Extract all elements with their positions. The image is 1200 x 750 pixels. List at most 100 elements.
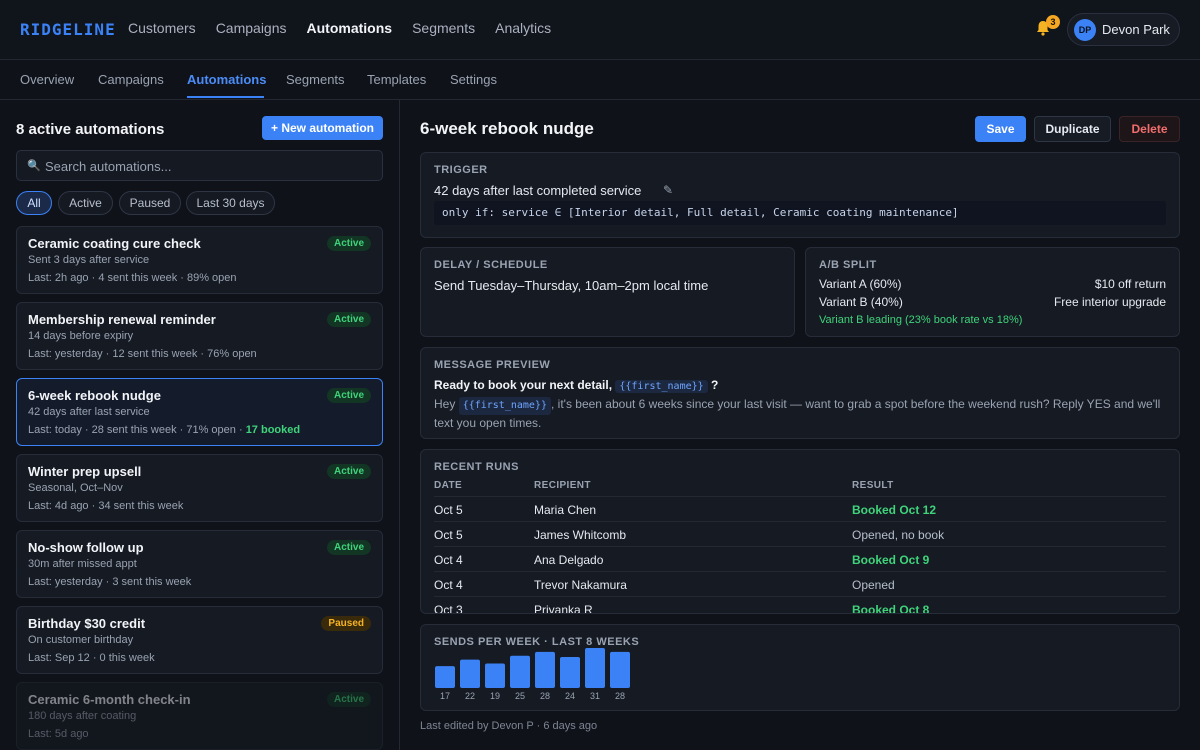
tab-templates[interactable]: Templates	[367, 72, 426, 87]
message-preview-panel: MESSAGE PREVIEW Ready to book your next …	[420, 347, 1180, 439]
nav-campaigns[interactable]: Campaigns	[216, 20, 287, 36]
nav-segments[interactable]: Segments	[412, 20, 475, 36]
status-badge: Active	[326, 312, 371, 327]
status-badge: Paused	[321, 616, 371, 631]
active-tab-indicator	[187, 96, 264, 98]
list-title: 8 active automations	[16, 121, 165, 138]
chart-bar[interactable]	[560, 657, 580, 688]
bar-value-label: 31	[590, 691, 600, 701]
run-recipient: Trevor Nakamura	[534, 578, 627, 592]
bar-value-label: 19	[490, 691, 500, 701]
new-automation-button[interactable]: + New automation	[262, 116, 383, 140]
col-result[interactable]: RESULT	[852, 480, 894, 491]
app-logo[interactable]: RIDGELINE	[20, 20, 116, 39]
automation-card[interactable]: Winter prep upsell Active Seasonal, Oct–…	[16, 454, 383, 522]
chart-bar[interactable]	[435, 666, 455, 688]
automation-card[interactable]: Birthday $30 credit Paused On customer b…	[16, 606, 383, 674]
variant-b-label: Variant B (40%)	[819, 295, 903, 309]
tab-campaigns[interactable]: Campaigns	[98, 72, 164, 87]
variant-a-label: Variant A (60%)	[819, 277, 902, 291]
delay-text: Send Tuesday–Thursday, 10am–2pm local ti…	[434, 278, 709, 293]
booked-count: 17 booked	[245, 424, 301, 436]
chart-bar[interactable]	[610, 651, 630, 688]
ab-leading-note: Variant B leading (23% book rate vs 18%)	[819, 314, 1023, 326]
nav-analytics[interactable]: Analytics	[495, 20, 551, 36]
filter-active[interactable]: Active	[58, 191, 113, 215]
automation-card[interactable]: Ceramic coating cure check Active Sent 3…	[16, 226, 383, 294]
filter-all[interactable]: All	[16, 191, 52, 215]
notification-count-badge: 3	[1046, 15, 1060, 29]
bar-value-label: 24	[565, 691, 575, 701]
card-meta-text: Last: today · 28 sent this week · 71% op…	[28, 424, 246, 436]
run-result: Booked Oct 12	[852, 503, 937, 517]
filter-paused[interactable]: Paused	[119, 191, 181, 215]
run-result: Opened	[852, 578, 895, 592]
tab-settings[interactable]: Settings	[450, 72, 497, 87]
variant-b-offer: Free interior upgrade	[1053, 295, 1166, 309]
ab-split-label: A/B SPLIT	[819, 259, 877, 271]
bar-value-label: 28	[615, 691, 625, 701]
search-input[interactable]	[45, 157, 365, 175]
message-body: Hey {{first_name}}, it's been about 6 we…	[434, 396, 1164, 431]
nav-customers[interactable]: Customers	[128, 20, 196, 36]
delete-button[interactable]: Delete	[1119, 116, 1180, 142]
filter-last-30-days[interactable]: Last 30 days	[186, 191, 275, 215]
first-name-token: {{first_name}}	[615, 380, 708, 393]
chart-bar[interactable]	[460, 659, 480, 688]
message-subject: Ready to book your next detail, {{first_…	[434, 378, 718, 393]
col-recipient[interactable]: RECIPIENT	[534, 480, 591, 491]
table-row[interactable]: Oct 5 Maria Chen Booked Oct 12	[434, 496, 1166, 521]
table-row[interactable]: Oct 3 Priyanka R Booked Oct 8	[434, 596, 1166, 613]
status-badge: Active	[326, 236, 371, 251]
automation-list-panel: 8 active automations + New automation 🔍 …	[0, 100, 400, 750]
status-badge: Active	[326, 388, 371, 403]
trigger-text: 42 days after last completed service	[434, 183, 642, 198]
card-subtitle: On customer birthday	[28, 634, 134, 646]
pencil-icon[interactable]: ✎	[663, 183, 673, 197]
card-title: Ceramic coating cure check	[28, 236, 201, 251]
chart-bar[interactable]	[485, 663, 505, 688]
subject-end: ?	[707, 378, 719, 392]
bar-value-label: 17	[440, 691, 450, 701]
main-nav: Customers Campaigns Automations Segments…	[128, 20, 551, 36]
bar-value-label: 28	[540, 691, 550, 701]
duplicate-button[interactable]: Duplicate	[1034, 116, 1111, 142]
table-row[interactable]: Oct 4 Trevor Nakamura Opened	[434, 571, 1166, 596]
table-row[interactable]: Oct 4 Ana Delgado Booked Oct 9	[434, 546, 1166, 571]
automation-card[interactable]: No-show follow up Active 30m after misse…	[16, 530, 383, 598]
tab-automations[interactable]: Automations	[187, 72, 266, 87]
sends-chart-panel: SENDS PER WEEK · LAST 8 WEEKS 17 22 19 25 28…	[420, 624, 1180, 711]
col-date[interactable]: DATE	[434, 480, 462, 491]
card-meta: Last: 4d ago · 34 sent this week	[28, 500, 184, 512]
subject-text: Ready to book your next detail,	[434, 378, 616, 392]
card-subtitle: 42 days after last service	[28, 406, 150, 418]
card-title: Membership renewal reminder	[28, 312, 216, 327]
automation-card-selected[interactable]: 6-week rebook nudge Active 42 days after…	[16, 378, 383, 446]
card-meta: Last: 5d ago	[28, 728, 89, 740]
run-result: Booked Oct 9	[852, 553, 930, 567]
chart-bar[interactable]	[510, 655, 530, 688]
tab-segments[interactable]: Segments	[286, 72, 345, 87]
nav-automations[interactable]: Automations	[307, 20, 393, 36]
chart-bar[interactable]	[535, 651, 555, 688]
user-name: Devon Park	[1102, 22, 1170, 37]
tab-overview[interactable]: Overview	[20, 72, 74, 87]
delay-panel: DELAY / SCHEDULE Send Tuesday–Thursday, …	[420, 247, 795, 337]
first-name-token: {{first_name}}	[458, 397, 551, 415]
save-button[interactable]: Save	[975, 116, 1026, 142]
run-date: Oct 4	[434, 578, 463, 592]
card-title: 6-week rebook nudge	[28, 388, 161, 403]
card-title: No-show follow up	[28, 540, 144, 555]
run-date: Oct 5	[434, 528, 463, 542]
variant-a-row: Variant A (60%) $10 off return	[819, 277, 1166, 291]
bar-value-label: 25	[515, 691, 525, 701]
card-meta: Last: yesterday · 3 sent this week	[28, 576, 192, 588]
chart-bar[interactable]	[585, 648, 605, 688]
card-subtitle: 14 days before expiry	[28, 330, 134, 342]
user-menu[interactable]: DP Devon Park	[1067, 13, 1180, 46]
automation-card[interactable]: Ceramic 6-month check-in Active 180 days…	[16, 682, 383, 750]
automation-card[interactable]: Membership renewal reminder Active 14 da…	[16, 302, 383, 370]
sends-per-week-chart: 17 22 19 25 28 24 31 28	[435, 648, 630, 701]
table-row[interactable]: Oct 5 James Whitcomb Opened, no book	[434, 521, 1166, 546]
variant-b-row: Variant B (40%) Free interior upgrade	[819, 295, 1166, 309]
